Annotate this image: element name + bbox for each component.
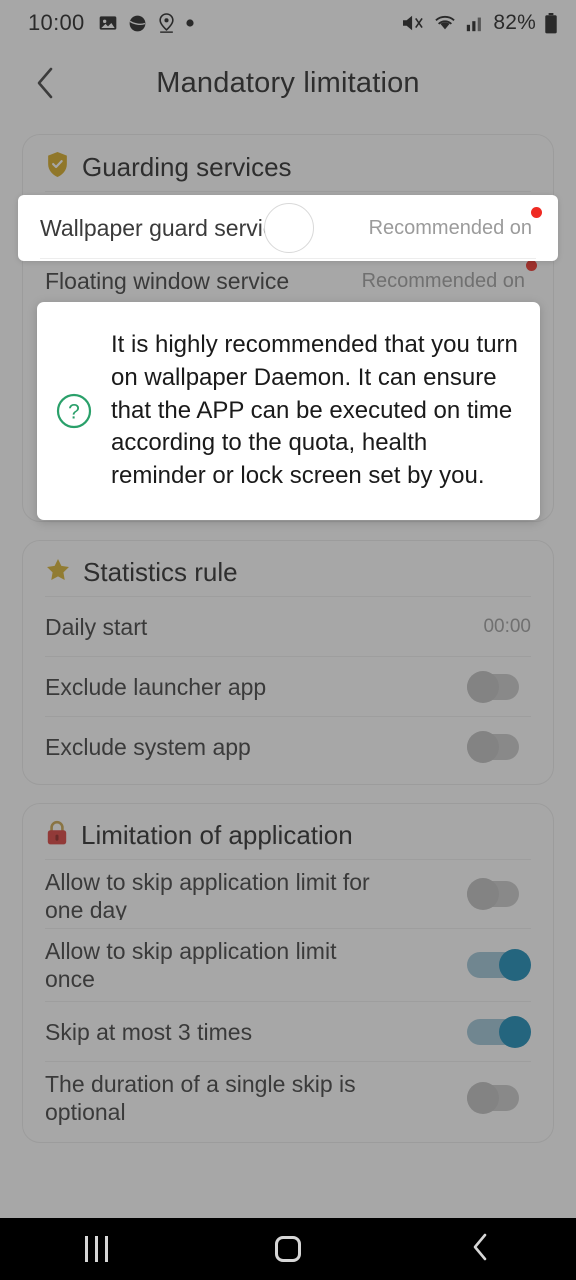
section-title: Statistics rule bbox=[83, 557, 238, 588]
signal-icon bbox=[465, 13, 485, 33]
home-icon bbox=[275, 1236, 301, 1262]
image-icon bbox=[98, 13, 118, 33]
row-skip-limit-once[interactable]: Allow to skip application limit once bbox=[45, 928, 531, 1001]
question-mark-circle-icon: ? bbox=[55, 392, 93, 430]
section-title: Guarding services bbox=[82, 151, 292, 182]
red-dot-icon bbox=[531, 206, 542, 218]
toggle-exclude-system-app[interactable] bbox=[467, 730, 531, 763]
row-skip-at-most-3-times[interactable]: Skip at most 3 times bbox=[45, 1001, 531, 1061]
row-label: Floating window service bbox=[45, 268, 290, 295]
toggle-thumb bbox=[467, 730, 499, 763]
status-bar-right: 82% bbox=[401, 11, 558, 35]
spotlight-row-label: Wallpaper guard service bbox=[40, 214, 288, 241]
row-daily-start[interactable]: Daily start 00:00 bbox=[45, 596, 531, 656]
app-content: 10:00 82% Mandatory limitation Guarding … bbox=[0, 0, 576, 1218]
row-right bbox=[467, 949, 531, 982]
toggle-thumb bbox=[467, 878, 499, 911]
status-bar-left: 10:00 bbox=[28, 10, 195, 36]
row-exclude-launcher-app[interactable]: Exclude launcher app bbox=[45, 656, 531, 716]
row-label: Exclude system app bbox=[45, 733, 251, 760]
globe-icon bbox=[127, 13, 148, 34]
page-title: Mandatory limitation bbox=[156, 66, 420, 99]
section-header: Statistics rule bbox=[23, 541, 553, 596]
battery-percent-label: 82% bbox=[493, 11, 536, 34]
row-duration-single-skip-optional[interactable]: The duration of a single skip is optiona… bbox=[45, 1061, 531, 1134]
star-icon bbox=[45, 557, 71, 588]
battery-icon bbox=[544, 12, 558, 34]
row-label: Exclude launcher app bbox=[45, 673, 267, 700]
tooltip-text: It is highly recommended that you turn o… bbox=[111, 330, 518, 490]
section-title: Limitation of application bbox=[81, 820, 353, 851]
back-button[interactable] bbox=[384, 1218, 576, 1280]
app-bar: Mandatory limitation bbox=[0, 46, 576, 120]
row-right: 00:00 bbox=[483, 616, 531, 638]
spotlight-row-value: Recommended on bbox=[368, 216, 532, 239]
row-right bbox=[467, 1082, 531, 1115]
row-label: Daily start bbox=[45, 613, 148, 640]
toggle-thumb bbox=[499, 949, 531, 982]
row-right bbox=[467, 1015, 531, 1048]
nav-back-icon bbox=[470, 1232, 490, 1267]
toggle-duration-single-skip-optional[interactable] bbox=[467, 1082, 531, 1115]
recommended-badge: Recommended on bbox=[361, 260, 537, 293]
back-chevron-icon[interactable] bbox=[28, 66, 62, 100]
row-value: 00:00 bbox=[483, 615, 531, 637]
row-label: Allow to skip application limit once bbox=[45, 938, 337, 993]
toggle-skip-limit-once[interactable] bbox=[467, 949, 531, 982]
toggle-skip-at-most-3-times[interactable] bbox=[467, 1015, 531, 1048]
tap-ripple-icon bbox=[264, 203, 314, 253]
location-pin-icon bbox=[157, 12, 176, 34]
row-right bbox=[467, 730, 531, 763]
toggle-thumb bbox=[467, 1082, 499, 1115]
lock-icon bbox=[45, 820, 69, 851]
settings-list: Guarding services Wallpaper guard servic… bbox=[0, 120, 576, 1144]
shield-check-icon bbox=[45, 151, 70, 183]
row-right bbox=[467, 670, 531, 703]
row-right: Recommended on bbox=[361, 260, 537, 293]
status-bar: 10:00 82% bbox=[0, 0, 576, 46]
toggle-exclude-launcher-app[interactable] bbox=[467, 670, 531, 703]
row-right bbox=[467, 878, 531, 911]
row-divider bbox=[40, 258, 536, 259]
recents-icon bbox=[84, 1236, 108, 1262]
status-bar-clock: 10:00 bbox=[28, 10, 85, 35]
row-skip-limit-one-day[interactable]: Allow to skip application limit for one … bbox=[45, 859, 531, 928]
phone-screen: 10:00 82% Mandatory limitation Guarding … bbox=[0, 0, 576, 1280]
red-dot-icon bbox=[526, 260, 537, 271]
spotlight-row-right: Recommended on bbox=[368, 206, 542, 240]
toggle-thumb bbox=[499, 1015, 531, 1048]
section-header: Guarding services bbox=[23, 135, 553, 191]
section-limitation-of-application: Limitation of application Allow to skip … bbox=[22, 803, 554, 1144]
row-label: The duration of a single skip is optiona… bbox=[45, 1071, 356, 1126]
tooltip-dialog[interactable]: ? It is highly recommended that you turn… bbox=[37, 302, 540, 520]
section-header: Limitation of application bbox=[23, 804, 553, 859]
mute-icon bbox=[401, 13, 425, 33]
section-statistics-rule: Statistics rule Daily start 00:00 Exclud… bbox=[22, 540, 554, 786]
row-label: Skip at most 3 times bbox=[45, 1018, 253, 1045]
wifi-icon bbox=[433, 13, 457, 33]
system-navigation-bar bbox=[0, 1218, 576, 1280]
recents-button[interactable] bbox=[0, 1218, 192, 1280]
svg-text:?: ? bbox=[68, 401, 80, 424]
dot-icon bbox=[185, 18, 195, 28]
row-exclude-system-app[interactable]: Exclude system app bbox=[45, 716, 531, 776]
toggle-skip-limit-one-day[interactable] bbox=[467, 878, 531, 911]
home-button[interactable] bbox=[192, 1218, 384, 1280]
toggle-thumb bbox=[467, 670, 499, 703]
row-label: Allow to skip application limit for one … bbox=[45, 869, 370, 921]
row-value: Recommended on bbox=[361, 270, 525, 292]
